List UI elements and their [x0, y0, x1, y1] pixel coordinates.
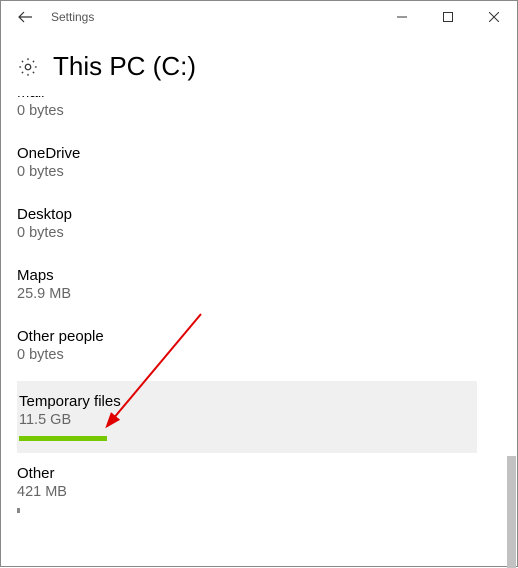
content-region: Mail 0 bytes OneDrive 0 bytes Desktop 0 … — [1, 96, 517, 568]
item-size: 11.5 GB — [19, 412, 477, 428]
maximize-icon — [443, 12, 453, 22]
item-label: OneDrive — [17, 145, 477, 162]
page-title: This PC (C:) — [53, 51, 196, 82]
usage-bar — [19, 436, 107, 441]
minimize-button[interactable] — [379, 1, 425, 33]
storage-item-maps[interactable]: Maps 25.9 MB — [17, 259, 477, 320]
minimize-icon — [397, 12, 407, 22]
item-size: 0 bytes — [17, 347, 477, 363]
item-size: 25.9 MB — [17, 286, 477, 302]
back-arrow-icon — [17, 9, 33, 25]
storage-item-desktop[interactable]: Desktop 0 bytes — [17, 198, 477, 259]
storage-item-mail[interactable]: Mail 0 bytes — [17, 96, 477, 137]
item-label: Temporary files — [19, 393, 477, 410]
item-label: Maps — [17, 267, 477, 284]
back-button[interactable] — [9, 1, 41, 33]
item-size: 0 bytes — [17, 164, 477, 180]
storage-item-temporary-files[interactable]: Temporary files 11.5 GB — [17, 381, 477, 453]
usage-bar — [17, 508, 20, 513]
storage-item-other[interactable]: Other 421 MB — [17, 453, 477, 531]
item-label: Desktop — [17, 206, 477, 223]
maximize-button[interactable] — [425, 1, 471, 33]
item-label: Other people — [17, 328, 477, 345]
titlebar-label: Settings — [51, 10, 94, 24]
item-size: 0 bytes — [17, 103, 477, 119]
gear-icon — [17, 56, 39, 78]
item-size: 0 bytes — [17, 225, 477, 241]
titlebar: Settings — [1, 1, 517, 33]
storage-item-other-people[interactable]: Other people 0 bytes — [17, 320, 477, 381]
page-header: This PC (C:) — [1, 33, 517, 96]
window-controls — [379, 1, 517, 33]
close-button[interactable] — [471, 1, 517, 33]
storage-item-onedrive[interactable]: OneDrive 0 bytes — [17, 137, 477, 198]
storage-list: Mail 0 bytes OneDrive 0 bytes Desktop 0 … — [17, 96, 511, 556]
item-label: Other — [17, 465, 477, 482]
item-label: Mail — [17, 96, 477, 101]
close-icon — [489, 12, 499, 22]
scrollbar[interactable] — [507, 186, 516, 564]
item-size: 421 MB — [17, 484, 477, 500]
scrollbar-thumb[interactable] — [507, 456, 516, 568]
